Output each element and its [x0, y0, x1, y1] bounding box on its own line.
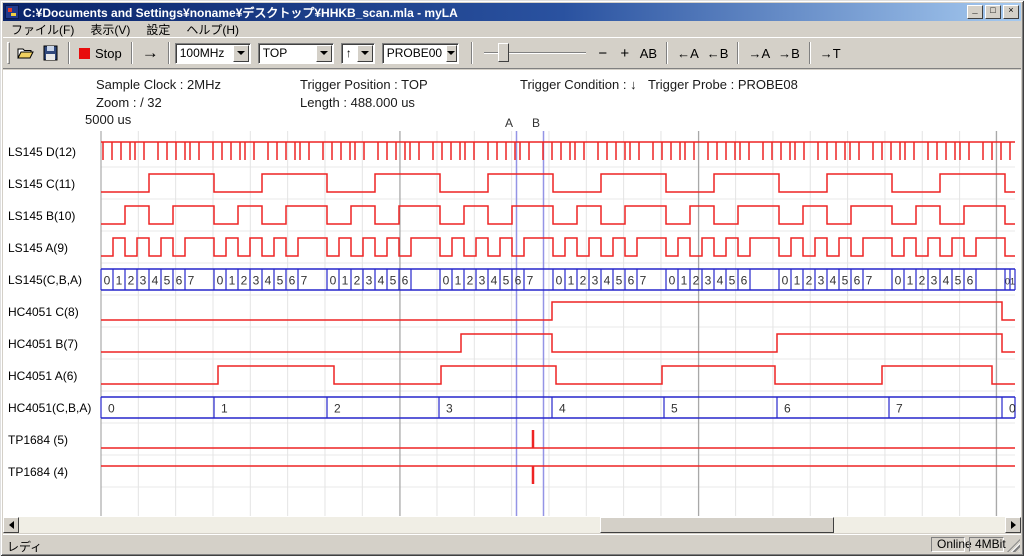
status-memory-badge: 4MBit [969, 537, 1004, 552]
open-file-button[interactable] [13, 41, 38, 65]
sample-clock-combo[interactable]: 100MHz [175, 43, 251, 64]
channel-label: HC4051 A(6) [8, 369, 77, 383]
goto-a-right-button[interactable]: →A [744, 41, 774, 65]
toolbar-separator [68, 42, 70, 64]
goto-b-right-button[interactable]: →B [774, 41, 804, 65]
zoom-slider-thumb[interactable] [498, 43, 509, 62]
resize-grip[interactable] [1007, 539, 1020, 552]
trigger-probe-text: Trigger Probe : PROBE08 [648, 77, 798, 92]
status-bar: レディ Online 4MBit [3, 534, 1021, 553]
trigger-position-text: Trigger Position : TOP [300, 77, 428, 92]
toolbar-grip [7, 42, 10, 64]
open-folder-icon [17, 45, 34, 61]
channel-label: LS145 A(9) [8, 241, 68, 255]
arrow-left-icon [5, 521, 14, 529]
scroll-left-button[interactable] [3, 517, 19, 533]
close-button[interactable]: × [1003, 5, 1019, 19]
floppy-disk-icon [42, 45, 59, 61]
stop-icon [79, 48, 90, 59]
menu-view[interactable]: 表示(V) [82, 20, 138, 39]
scale-text: 5000 us [85, 112, 131, 127]
trigger-probe-combo[interactable]: PROBE00 [382, 43, 459, 64]
minimize-button[interactable]: _ [967, 5, 983, 19]
run-arrow-icon: → [142, 43, 159, 63]
app-icon [5, 5, 19, 19]
zoom-in-button[interactable]: + [614, 41, 636, 65]
goto-a-left-button[interactable]: ←A [673, 41, 703, 65]
channel-label: HC4051 B(7) [8, 337, 78, 351]
trigger-edge-combo[interactable]: ↑ [341, 43, 375, 64]
cursor-a-label[interactable]: A [505, 116, 513, 130]
length-text: Length : 488.000 us [300, 95, 415, 110]
channel-label: HC4051(C,B,A) [8, 401, 91, 415]
scrollbar-thumb[interactable] [600, 517, 834, 533]
channel-label: TP1684 (5) [8, 433, 68, 447]
menu-bar: ファイル(F) 表示(V) 設定 ヘルプ(H) [3, 21, 1021, 37]
menu-help[interactable]: ヘルプ(H) [178, 20, 247, 39]
goto-b-left-button[interactable]: ←B [703, 41, 733, 65]
stop-button[interactable]: Stop [75, 41, 126, 65]
toolbar-separator [471, 42, 473, 64]
sample-clock-text: Sample Clock : 2MHz [96, 77, 221, 92]
chevron-down-icon[interactable] [357, 45, 373, 62]
run-button[interactable]: → [138, 41, 163, 65]
arrow-right-icon [1011, 521, 1020, 529]
toolbar-separator [809, 42, 811, 64]
goto-trigger-button[interactable]: →T [816, 41, 845, 65]
channel-label: LS145 B(10) [8, 209, 75, 223]
chevron-down-icon[interactable] [316, 45, 332, 62]
title-bar[interactable]: C:¥Documents and Settings¥noname¥デスクトップ¥… [3, 3, 1021, 21]
toolbar-separator [131, 42, 133, 64]
goto-ab-button[interactable]: AB [636, 41, 661, 65]
menu-settings[interactable]: 設定 [138, 20, 178, 39]
channel-label: LS145 D(12) [8, 145, 76, 159]
channel-label: TP1684 (4) [8, 465, 68, 479]
toolbar-separator [168, 42, 170, 64]
toolbar: Stop → 100MHz TOP ↑ PROBE00 − + AB [3, 37, 1021, 69]
channel-label: LS145(C,B,A) [8, 273, 82, 287]
chevron-down-icon[interactable] [446, 45, 457, 62]
status-ready-text: レディ [7, 538, 42, 555]
window-title: C:¥Documents and Settings¥noname¥デスクトップ¥… [23, 4, 965, 21]
cursor-b-label[interactable]: B [532, 116, 540, 130]
chevron-down-icon[interactable] [233, 45, 249, 62]
toolbar-separator [737, 42, 739, 64]
zoom-text: Zoom : / 32 [96, 95, 162, 110]
save-button[interactable] [38, 41, 63, 65]
zoom-slider[interactable] [484, 42, 586, 64]
trigger-position-combo[interactable]: TOP [258, 43, 334, 64]
zoom-out-button[interactable]: − [592, 41, 614, 65]
trigger-condition-text: Trigger Condition : ↓ [520, 77, 637, 92]
maximize-button[interactable]: □ [985, 5, 1001, 19]
app-window: C:¥Documents and Settings¥noname¥デスクトップ¥… [0, 0, 1024, 556]
status-online-badge: Online [931, 537, 965, 552]
menu-file[interactable]: ファイル(F) [3, 20, 82, 39]
toolbar-separator [666, 42, 668, 64]
channel-label: HC4051 C(8) [8, 305, 79, 319]
scroll-right-button[interactable] [1005, 517, 1021, 533]
waveform-client-area [3, 70, 1021, 517]
horizontal-scrollbar[interactable] [3, 517, 1021, 533]
channel-label: LS145 C(11) [8, 177, 75, 191]
